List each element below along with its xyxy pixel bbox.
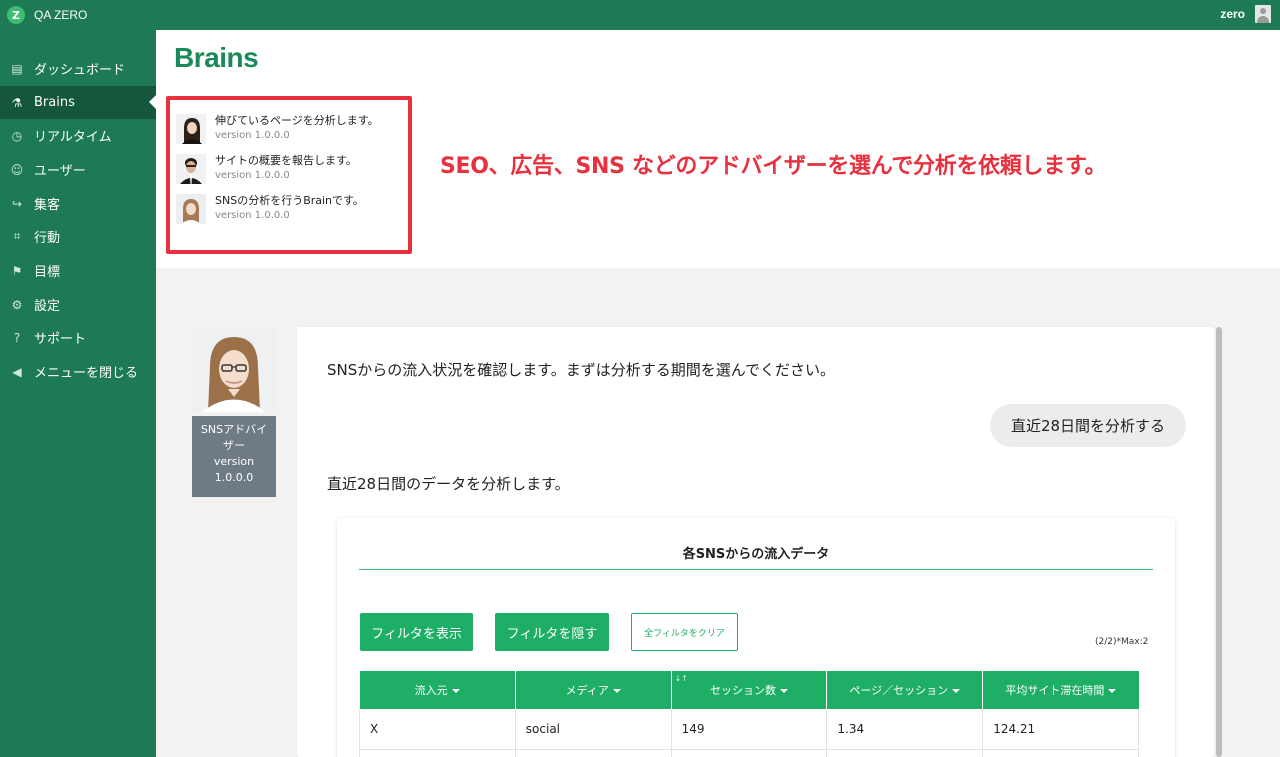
table-row	[359, 749, 1139, 757]
brain-version: version 1.0.0.0	[215, 210, 290, 221]
advisor-avatar	[192, 327, 276, 412]
column-header-source[interactable]: 流入元	[359, 671, 516, 709]
caret-down-icon	[612, 689, 621, 693]
column-header-pages-per-session[interactable]: ページ／セッション	[826, 671, 984, 709]
dashboard-icon: ▤	[11, 61, 23, 76]
active-indicator	[149, 95, 156, 109]
table-cell	[826, 749, 984, 757]
caret-down-icon	[1108, 689, 1117, 693]
sidebar-item-label: 設定	[34, 299, 61, 314]
table-cell	[982, 749, 1139, 757]
card-divider	[359, 569, 1153, 570]
table-cell: 149	[671, 709, 828, 750]
annotation-text: SEO、広告、SNS などのアドバイザーを選んで分析を依頼します。	[440, 154, 1107, 179]
advisor-name-line1: SNSアドバイ	[200, 423, 268, 436]
brain-item-growing-pages[interactable]: 伸びているページを分析します。 version 1.0.0.0	[176, 112, 406, 148]
column-header-sessions[interactable]: ↓↑ セッション数	[671, 671, 828, 709]
data-card: 各SNSからの流入データ フィルタを表示 フィルタを隠す 全フィルタをクリア (…	[337, 518, 1175, 757]
sidebar-item-goals[interactable]: ⚑ 目標	[0, 254, 156, 287]
brain-avatar	[176, 194, 206, 224]
sidebar-item-label: リアルタイム	[34, 130, 112, 145]
flask-icon: ⚗	[11, 95, 23, 110]
bot-message: SNSからの流入状況を確認します。まずは分析する期間を選んでください。	[327, 361, 836, 379]
column-header-media[interactable]: メディア	[515, 671, 672, 709]
brain-avatar	[176, 154, 206, 184]
user-icon: ☺	[10, 162, 24, 177]
sidebar-item-label: メニューを閉じる	[34, 366, 139, 381]
app-title[interactable]: QA ZERO	[34, 8, 87, 22]
show-filter-button[interactable]: フィルタを表示	[360, 613, 473, 651]
sidebar-item-support[interactable]: ? サポート	[0, 321, 156, 354]
table-cell	[515, 749, 672, 757]
top-bar: Z QA ZERO zero	[0, 0, 1280, 30]
brain-name: サイトの概要を報告します。	[215, 154, 357, 167]
help-icon: ?	[13, 330, 21, 345]
sidebar-item-label: Brains	[34, 95, 75, 110]
sidebar-item-label: 目標	[34, 265, 61, 280]
logo-icon[interactable]: Z	[7, 6, 25, 24]
user-avatar-icon[interactable]	[1255, 5, 1271, 23]
table-cell: X	[359, 709, 516, 750]
brain-avatar	[176, 114, 206, 144]
table-cell	[359, 749, 516, 757]
brain-item-site-overview[interactable]: サイトの概要を報告します。 version 1.0.0.0	[176, 152, 406, 188]
brain-item-sns-analysis[interactable]: SNSの分析を行うBrainです。 version 1.0.0.0	[176, 192, 406, 228]
sidebar-item-behavior[interactable]: ⌗ 行動	[0, 220, 156, 253]
sidebar-item-label: ユーザー	[34, 164, 86, 179]
brain-name: 伸びているページを分析します。	[215, 114, 379, 127]
sidebar-item-dashboard[interactable]: ▤ ダッシュボード	[0, 52, 156, 85]
gear-icon: ⚙	[11, 297, 23, 312]
sidebar-item-brains[interactable]: ⚗ Brains	[0, 86, 156, 119]
page-count: (2/2)*Max:2	[1095, 637, 1149, 647]
behavior-icon: ⌗	[13, 229, 21, 243]
scrollbar[interactable]	[1216, 327, 1222, 757]
table-cell: 124.21	[982, 709, 1139, 750]
brain-name: SNSの分析を行うBrainです。	[215, 194, 364, 207]
advisor-version-label: version	[213, 455, 255, 468]
advisor-version-number: 1.0.0.0	[214, 471, 254, 484]
column-header-avg-duration[interactable]: 平均サイト滞在時間	[982, 671, 1139, 709]
table-cell: 1.34	[826, 709, 984, 750]
page-title: Brains	[174, 42, 259, 73]
sidebar-item-users[interactable]: ☺ ユーザー	[0, 153, 156, 186]
clock-icon: ◷	[11, 128, 23, 143]
sidebar-item-label: 集客	[34, 198, 61, 213]
bot-message: 直近28日間のデータを分析します。	[327, 475, 570, 493]
table-cell	[671, 749, 828, 757]
table-cell: social	[515, 709, 672, 750]
brain-list: 伸びているページを分析します。 version 1.0.0.0 サイトの概要を報…	[166, 96, 412, 254]
sidebar-item-label: ダッシュボード	[34, 63, 126, 78]
sns-data-table: 流入元 メディア ↓↑ セッション数 ページ／セッション 平均サイト滞在時間 X …	[359, 671, 1139, 757]
caret-down-icon	[779, 689, 788, 693]
user-name[interactable]: zero	[1220, 7, 1245, 21]
sidebar-item-acquisition[interactable]: ↪ 集客	[0, 187, 156, 220]
brain-version: version 1.0.0.0	[215, 130, 290, 141]
sidebar-item-realtime[interactable]: ◷ リアルタイム	[0, 119, 156, 152]
collapse-icon: ◀	[12, 364, 22, 379]
user-reply-bubble[interactable]: 直近28日間を分析する	[990, 404, 1186, 447]
chat-panel: SNSからの流入状況を確認します。まずは分析する期間を選んでください。 直近28…	[297, 327, 1214, 757]
sidebar-item-label: サポート	[34, 332, 87, 347]
brain-version: version 1.0.0.0	[215, 170, 290, 181]
goal-icon: ⚑	[11, 263, 23, 278]
card-title: 各SNSからの流入データ	[682, 547, 830, 562]
table-row: X social 149 1.34 124.21	[359, 709, 1139, 750]
advisor-name-line2: ザー	[223, 439, 245, 452]
caret-down-icon	[952, 689, 961, 693]
signin-icon: ↪	[11, 196, 23, 211]
hide-filter-button[interactable]: フィルタを隠す	[495, 613, 609, 651]
sidebar-item-label: 行動	[34, 231, 61, 246]
sidebar: ▤ ダッシュボード ⚗ Brains ◷ リアルタイム ☺ ユーザー ↪ 集客 …	[0, 30, 156, 757]
advisor-label: SNSアドバイ ザー version 1.0.0.0	[192, 416, 276, 497]
header-panel: Brains 伸びているページを分析します。 version 1.0.0.0 サ…	[156, 30, 1280, 268]
clear-filters-button[interactable]: 全フィルタをクリア	[631, 613, 738, 651]
sort-icon[interactable]: ↓↑	[675, 674, 688, 683]
sidebar-item-close-menu[interactable]: ◀ メニューを閉じる	[0, 355, 156, 388]
caret-down-icon	[451, 689, 460, 693]
sidebar-item-settings[interactable]: ⚙ 設定	[0, 288, 156, 321]
